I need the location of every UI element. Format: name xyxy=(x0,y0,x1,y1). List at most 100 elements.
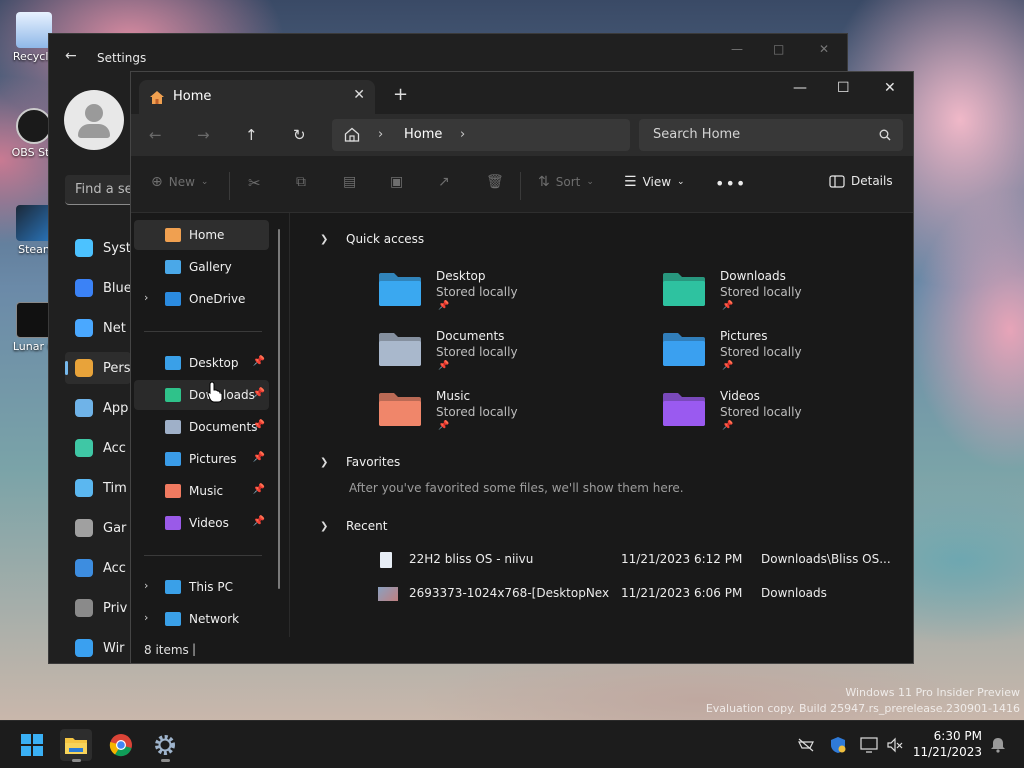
taskbar: 6:30 PM 11/21/2023 xyxy=(0,720,1024,768)
chrome-taskbar-button[interactable] xyxy=(105,729,137,761)
nav-item-network[interactable]: › Network xyxy=(134,604,269,634)
folder-icon xyxy=(65,738,87,754)
nav-item-downloads[interactable]: Downloads📌 xyxy=(134,380,269,410)
share-button[interactable]: ↗ xyxy=(438,174,450,190)
recent-header[interactable]: ❯ Recent xyxy=(320,519,387,533)
quick-access-documents[interactable]: Documents Stored locally 📌 xyxy=(378,327,628,383)
favorites-empty-message: After you've favorited some files, we'll… xyxy=(349,481,684,495)
settings-nav-item[interactable]: Pers xyxy=(65,352,131,384)
settings-nav-item[interactable]: Priv xyxy=(65,592,131,624)
settings-taskbar-button[interactable] xyxy=(149,729,181,762)
trash-icon: 🗑 xyxy=(486,174,504,190)
system-clock[interactable]: 6:30 PM 11/21/2023 xyxy=(912,728,982,760)
network-monitor-icon[interactable] xyxy=(860,736,878,754)
more-options-button[interactable]: ••• xyxy=(715,174,746,193)
maximize-icon[interactable]: □ xyxy=(773,42,784,56)
pin-icon: 📌 xyxy=(722,301,734,311)
settings-nav-item[interactable]: Tim xyxy=(65,472,131,504)
settings-nav-item[interactable]: Wir xyxy=(65,632,131,664)
section-title: Recent xyxy=(346,519,388,533)
file-explorer-taskbar-button[interactable] xyxy=(60,729,92,762)
nav-item-this-pc[interactable]: › This PC xyxy=(134,572,269,602)
new-button[interactable]: ⊕ New ⌄ xyxy=(151,174,208,190)
maximize-icon[interactable]: ☐ xyxy=(837,80,850,96)
close-window-icon[interactable]: ✕ xyxy=(884,80,896,96)
nav-item-desktop[interactable]: Desktop 📌 xyxy=(134,348,269,378)
quick-access-pictures[interactable]: Pictures Stored locally 📌 xyxy=(662,327,912,383)
settings-nav-item[interactable]: Blue xyxy=(65,272,131,304)
avatar[interactable] xyxy=(64,90,124,150)
breadcrumb-chevron-icon[interactable]: › xyxy=(460,127,465,142)
chevron-down-icon: ⌄ xyxy=(677,177,685,187)
clock-time: 6:30 PM xyxy=(933,729,982,743)
nav-item-onedrive[interactable]: › OneDrive xyxy=(134,284,269,314)
search-input[interactable]: Search Home xyxy=(639,119,903,151)
delete-button[interactable]: 🗑 xyxy=(486,174,504,190)
quick-access-header[interactable]: ❯ Quick access xyxy=(320,232,424,246)
nav-item-label: Music xyxy=(189,484,224,498)
settings-nav-item[interactable]: App xyxy=(65,392,131,424)
favorites-header[interactable]: ❯ Favorites xyxy=(320,455,400,469)
nav-item-home[interactable]: Home xyxy=(134,220,269,250)
quick-access-downloads[interactable]: Downloads Stored locally 📌 xyxy=(662,267,912,323)
settings-nav-item[interactable]: Acc xyxy=(65,432,131,464)
up-arrow-icon[interactable]: ↑ xyxy=(245,126,258,144)
security-shield-icon[interactable] xyxy=(829,736,847,754)
settings-nav-item[interactable]: Net xyxy=(65,312,131,344)
nav-item-pictures[interactable]: Pictures 📌 xyxy=(134,444,269,474)
minimize-icon[interactable]: — xyxy=(731,42,743,56)
copy-button[interactable]: ⧉ xyxy=(296,174,306,190)
back-arrow-icon[interactable]: ← xyxy=(65,48,77,64)
rename-button[interactable]: ▣ xyxy=(390,174,403,190)
nav-item-music[interactable]: Music 📌 xyxy=(134,476,269,506)
file-explorer-window[interactable]: Home ✕ + — ☐ ✕ ← → ↑ ↻ › Home › Search H… xyxy=(130,71,914,664)
quick-access-desktop[interactable]: Desktop Stored locally 📌 xyxy=(378,267,628,323)
breadcrumb-home[interactable]: Home xyxy=(404,127,442,142)
address-bar[interactable]: › Home › xyxy=(332,119,630,151)
avatar-body xyxy=(78,124,110,138)
forward-arrow-icon[interactable]: → xyxy=(197,126,210,144)
details-pane-button[interactable]: Details xyxy=(829,174,893,188)
volume-muted-icon[interactable] xyxy=(886,736,904,754)
cut-button[interactable]: ✂ xyxy=(248,174,261,192)
close-icon[interactable]: ✕ xyxy=(819,42,829,56)
nav-item-videos[interactable]: Videos 📌 xyxy=(134,508,269,538)
new-tab-plus-icon[interactable]: + xyxy=(393,84,408,105)
nav-item-label: Documents xyxy=(189,420,258,434)
folder-status: Stored locally xyxy=(436,405,518,419)
no-network-icon[interactable] xyxy=(797,736,815,754)
gear-icon xyxy=(155,735,175,755)
nav-item-documents[interactable]: Documents 📌 xyxy=(134,412,269,442)
pin-icon: 📌 xyxy=(252,452,265,463)
close-tab-icon[interactable]: ✕ xyxy=(353,87,365,103)
toolbar-divider xyxy=(520,172,521,200)
settings-nav-item[interactable]: Acc xyxy=(65,552,131,584)
sort-button[interactable]: ⇅ Sort ⌄ xyxy=(538,174,594,190)
chevron-right-icon[interactable]: › xyxy=(144,291,148,304)
tab-home[interactable]: Home ✕ xyxy=(139,80,375,114)
chevron-right-icon[interactable]: › xyxy=(144,611,148,624)
recent-file-row[interactable]: 2693373-1024x768-[DesktopNex... 11/21/202… xyxy=(378,580,908,606)
settings-nav-icon xyxy=(75,239,93,257)
videos-icon xyxy=(165,516,181,530)
settings-nav-item[interactable]: Gar xyxy=(65,512,131,544)
settings-nav-item[interactable]: Syst xyxy=(65,232,131,264)
navigation-scrollbar[interactable] xyxy=(278,229,280,589)
desktop-folder-icon xyxy=(379,273,421,306)
back-arrow-icon[interactable]: ← xyxy=(149,126,162,144)
start-button[interactable] xyxy=(16,729,48,761)
paste-button[interactable]: ▤ xyxy=(343,174,356,190)
chevron-right-icon[interactable]: › xyxy=(144,579,148,592)
refresh-icon[interactable]: ↻ xyxy=(293,126,306,144)
nav-item-gallery[interactable]: Gallery xyxy=(134,252,269,282)
quick-access-videos[interactable]: Videos Stored locally 📌 xyxy=(662,387,912,443)
notification-bell-icon[interactable] xyxy=(989,736,1007,754)
view-button[interactable]: ☰ View ⌄ xyxy=(624,174,685,190)
settings-nav-icon xyxy=(75,479,93,497)
nav-item-label: This PC xyxy=(189,580,233,594)
quick-access-music[interactable]: Music Stored locally 📌 xyxy=(378,387,628,443)
videos-folder-icon xyxy=(663,393,705,426)
this-pc-icon xyxy=(165,580,181,594)
minimize-icon[interactable]: — xyxy=(793,80,807,96)
recent-file-row[interactable]: 22H2 bliss OS - niivu 11/21/2023 6:12 PM D… xyxy=(378,546,908,572)
